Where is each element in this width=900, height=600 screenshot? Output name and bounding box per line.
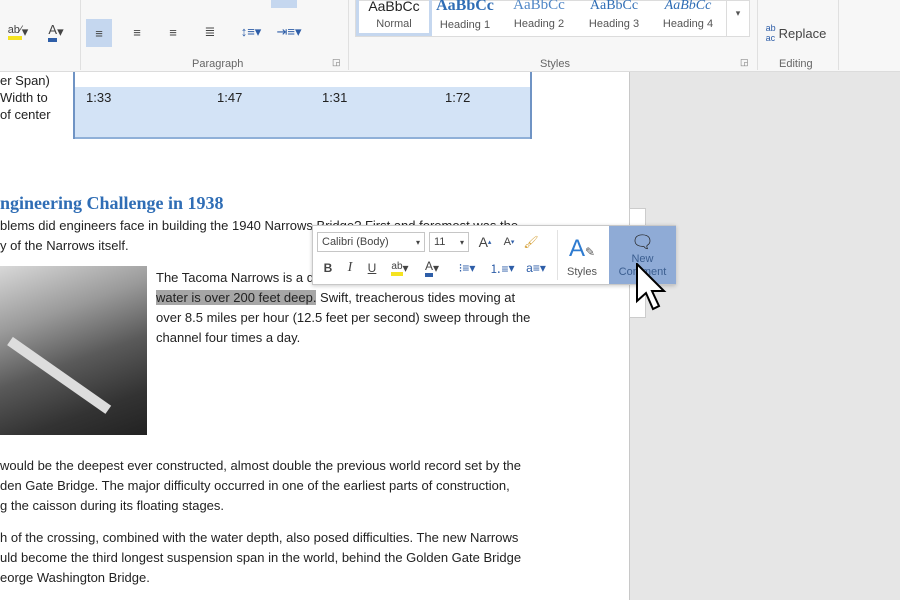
styles-more-button[interactable]: ▾ — [726, 0, 750, 37]
numbering-icon: ⒈≡ — [489, 261, 509, 276]
font-color-button[interactable]: A ▾ — [419, 258, 445, 278]
section-heading: ngineering Challenge in 1938 — [0, 193, 224, 213]
format-painter-icon[interactable]: 🖌 — [521, 232, 541, 252]
table-cell: 1:31 — [322, 90, 348, 105]
style-heading-2[interactable]: AaBbCc Heading 2 — [501, 0, 577, 36]
highlighter-icon: ab⁄ — [7, 24, 22, 40]
highlight-button[interactable]: ab ▾ — [387, 258, 413, 278]
styles-group-label: Styles — [540, 58, 570, 70]
line-spacing-icon: ↕≡▾ — [240, 24, 262, 39]
paragraph-group-label: Paragraph — [192, 58, 244, 70]
styles-icon: A✎ — [568, 234, 596, 262]
mouse-cursor-icon — [636, 263, 667, 311]
table: er Span) Width to of center 1:33 1:47 1:31… — [0, 72, 532, 139]
style-heading-4[interactable]: AaBbCc Heading 4 — [650, 0, 726, 36]
replace-icon: ab ac — [765, 23, 776, 43]
style-heading-1[interactable]: AaBbCc Heading 1 — [427, 0, 503, 36]
grow-font-icon[interactable]: A ▴ — [475, 232, 495, 252]
shading-button[interactable] — [271, 0, 297, 8]
font-color-button[interactable]: A ▾ — [42, 19, 70, 45]
indent-icon: ⇥≡▾ — [276, 24, 302, 39]
bullets-button[interactable]: ⁝≡ ▾ — [453, 258, 481, 278]
ribbon: ab⁄ ▾ A ▾ ≡ ≡ ≡ ≣ ↕≡▾ ⇥≡▾ Paragraph ◲ AaBb… — [0, 0, 900, 72]
table-row-label: er Span) Width to of center — [0, 73, 51, 122]
numbering-button[interactable]: ⒈≡ ▾ — [487, 258, 517, 278]
align-center-icon: ≡ — [133, 24, 141, 40]
selected-text[interactable]: water is over 200 feet deep. — [156, 290, 317, 305]
multilevel-list-button[interactable]: a≡ ▾ — [521, 258, 551, 278]
bridge-photo[interactable] — [0, 266, 147, 435]
italic-button[interactable]: I — [341, 258, 359, 278]
styles-dialog-launcher[interactable]: ◲ — [740, 57, 749, 68]
justify-button[interactable]: ≣ — [197, 19, 223, 45]
justify-icon: ≣ — [204, 24, 216, 39]
align-left-button[interactable]: ≡ — [86, 19, 112, 47]
underline-button[interactable]: U — [363, 258, 381, 278]
paragraph-2: would be the deepest ever constructed, a… — [0, 458, 522, 513]
replace-button[interactable]: ab ac Replace — [764, 20, 828, 46]
styles-button[interactable]: A✎ Styles — [561, 228, 603, 284]
indent-button[interactable]: ⇥≡▾ — [274, 19, 304, 45]
line-spacing-button[interactable]: ↕≡▾ — [236, 19, 266, 45]
new-comment-icon: 🗨 — [631, 232, 654, 252]
font-name-dropdown[interactable]: Calibri (Body) ▾ — [317, 232, 425, 252]
bold-button[interactable]: B — [319, 258, 337, 278]
font-color-icon: A — [48, 22, 58, 42]
font-color-icon: A — [424, 259, 433, 277]
align-right-button[interactable]: ≡ — [160, 19, 186, 45]
mini-toolbar: Calibri (Body) ▾ 11 ▾ A ▴ A ▾ 🖌 B I U ab ▾ A ▾… — [312, 225, 676, 285]
table-cell: 1:72 — [445, 90, 471, 105]
font-size-dropdown[interactable]: 11 ▾ — [429, 232, 469, 252]
style-normal[interactable]: AaBbCc Normal — [356, 0, 432, 36]
editing-group-label: Editing — [779, 58, 813, 70]
highlighter-icon: ab — [391, 261, 403, 276]
table-cell: 1:47 — [217, 90, 243, 105]
align-right-icon: ≡ — [169, 24, 177, 40]
paragraph-dialog-launcher[interactable]: ◲ — [332, 57, 341, 68]
multilevel-list-icon: a≡ — [526, 261, 540, 275]
bullets-icon: ⁝≡ — [458, 261, 470, 275]
table-cell: 1:33 — [86, 90, 112, 105]
shrink-font-icon[interactable]: A ▾ — [499, 232, 519, 252]
style-heading-3[interactable]: AaBbCc Heading 3 — [576, 0, 652, 36]
paragraph-3: h of the crossing, combined with the wat… — [0, 530, 522, 585]
document-margin-area — [629, 72, 900, 600]
align-center-button[interactable]: ≡ — [124, 19, 150, 45]
align-left-icon: ≡ — [95, 25, 103, 41]
highlight-color-button[interactable]: ab⁄ ▾ — [4, 19, 32, 45]
